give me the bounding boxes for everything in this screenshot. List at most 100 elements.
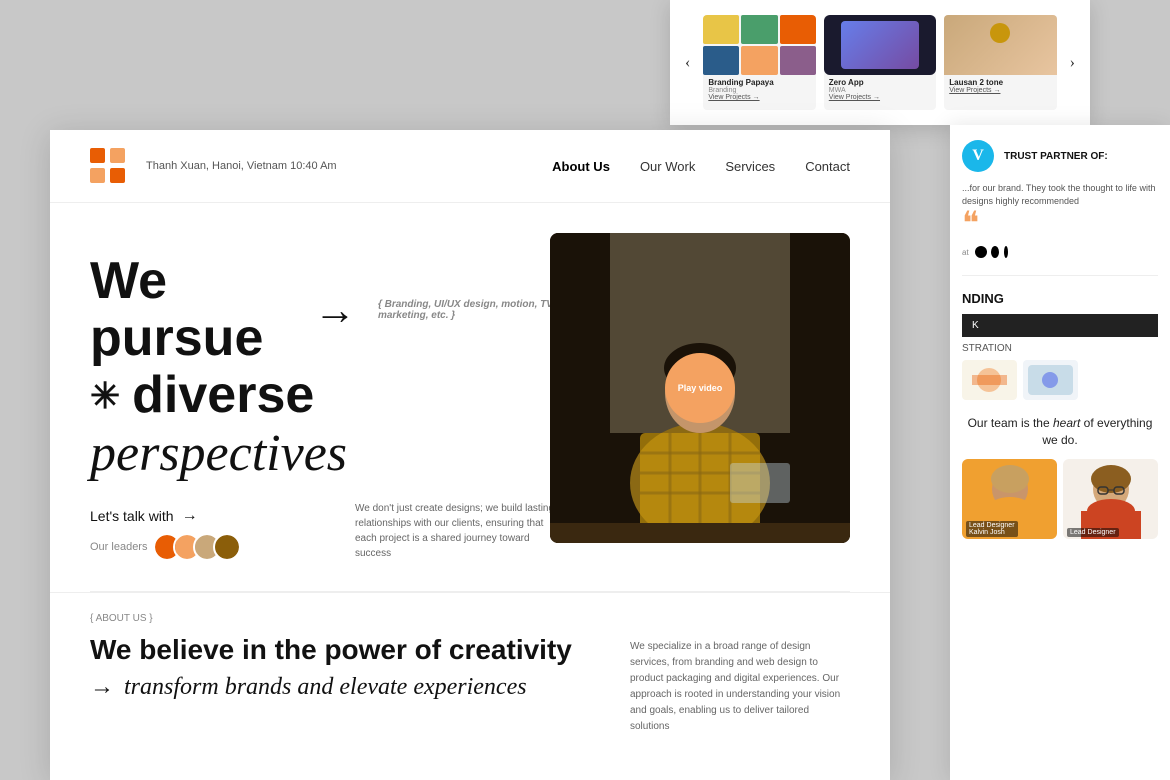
cta-label: Let's talk with (90, 508, 174, 524)
hero-line-3: perspectives (90, 425, 590, 482)
about-section: { ABOUT US } We believe in the power of … (50, 592, 890, 765)
logo-sq-2 (110, 148, 125, 163)
team-headline: Our team is the heart of everything we d… (962, 415, 1158, 449)
branding-bar-text: K (972, 320, 979, 331)
nav-link-contact[interactable]: Contact (805, 159, 850, 174)
portfolio-card-3: Lausan 2 tone View Projects → (944, 15, 1056, 110)
logo[interactable] (90, 148, 126, 184)
about-subtitle-arrow: → (90, 674, 114, 701)
quote-mark-icon: ❝ (962, 207, 1158, 239)
color-patch (703, 15, 739, 44)
team-text-1: Our team is the (968, 416, 1050, 430)
person-image-mock (944, 15, 1056, 75)
about-tag: { ABOUT US } (90, 613, 850, 624)
video-thumbnail: Play video (550, 233, 850, 543)
nav-location: Thanh Xuan, Hanoi, Vietnam 10:40 Am (146, 160, 552, 172)
nav-link-about[interactable]: About Us (552, 159, 610, 174)
about-subtitle-text: transform brands and elevate experiences (124, 674, 527, 701)
play-video-button[interactable]: Play video (665, 353, 735, 423)
hero-arrow-icon: → (314, 287, 356, 333)
about-title: We believe in the power of creativity (90, 634, 572, 666)
hero-line-1: We pursue → { Branding, UI/UX design, mo… (90, 253, 590, 367)
team-heart-text: heart (1053, 416, 1080, 430)
branding-img-row (962, 360, 1158, 400)
branding-thumbnail-1 (962, 360, 1017, 400)
color-patch (741, 15, 777, 44)
medium-logo (973, 244, 1023, 260)
portfolio-card-1: Branding Papaya Branding View Projects → (703, 15, 815, 110)
about-content-row: We believe in the power of creativity → … (90, 634, 850, 735)
team-photo-1: Lead Designer Kalvin Josh (962, 459, 1057, 539)
branding-bar: K (962, 314, 1158, 337)
portfolio-card-3-link[interactable]: View Projects → (944, 87, 1056, 94)
portfolio-card-1-title: Branding Papaya (703, 75, 815, 87)
team-section: Our team is the heart of everything we d… (962, 415, 1158, 539)
about-text-col: We believe in the power of creativity → … (90, 634, 572, 701)
nav-link-work[interactable]: Our Work (640, 159, 695, 174)
portfolio-card-1-link[interactable]: View Projects → (703, 94, 815, 101)
medium-link-row: at (962, 244, 1158, 260)
color-patch (741, 46, 777, 75)
avatar-4 (213, 533, 241, 561)
team-photos: Lead Designer Kalvin Josh (962, 459, 1158, 539)
trust-testimonial: ...for our brand. They took the thought … (962, 182, 1158, 207)
trust-section: V TRUST PARTNER OF: ...for our brand. Th… (962, 140, 1158, 276)
about-subtitle: → transform brands and elevate experienc… (90, 674, 572, 701)
portfolio-card-1-sub: Branding (703, 87, 815, 94)
trust-partner-label: TRUST PARTNER OF: (1004, 151, 1108, 162)
color-patch (780, 15, 816, 44)
logo-sq-4 (110, 168, 125, 183)
portfolio-card-2-sub: MWA (824, 87, 936, 94)
portfolio-cards: Branding Papaya Branding View Projects →… (703, 15, 1056, 110)
nav-link-services[interactable]: Services (725, 159, 775, 174)
hero-line-2: ✳ diverse (90, 367, 590, 424)
hero-section: We pursue → { Branding, UI/UX design, mo… (50, 203, 890, 591)
portfolio-overlay: ‹ Branding Papaya Branding View Projects… (670, 0, 1090, 125)
lead-designer-title-2: Lead Designer (1070, 529, 1116, 536)
branding-img-2 (1023, 360, 1078, 400)
branding-sub: STRATION (962, 343, 1158, 354)
hero-pursue-text: We pursue (90, 253, 302, 367)
avatar-group (153, 533, 241, 561)
portfolio-card-3-img (944, 15, 1056, 75)
avatar-circle-4 (215, 535, 239, 559)
team-photo-2-img (1063, 459, 1158, 539)
portfolio-card-1-img (703, 15, 815, 75)
branding-thumbnail-2 (1023, 360, 1078, 400)
person-head-shape (990, 23, 1010, 43)
team-photo-2: Lead Designer (1063, 459, 1158, 539)
hero-description: We don't just create designs; we build l… (355, 501, 555, 561)
main-page: Thanh Xuan, Hanoi, Vietnam 10:40 Am Abou… (50, 130, 890, 780)
portfolio-prev-arrow[interactable]: ‹ (680, 49, 695, 77)
hero-diverse-text: diverse (132, 367, 314, 424)
portfolio-next-arrow[interactable]: › (1065, 49, 1080, 77)
cta-arrow-icon: → (182, 507, 198, 525)
color-patch (703, 46, 739, 75)
portfolio-card-2-title: Zero App (824, 75, 936, 87)
lead-designer-title-1: Lead Designer (969, 522, 1015, 529)
vimeo-logo: V (962, 140, 994, 172)
star-icon: ✳ (90, 376, 120, 416)
portfolio-card-2: Zero App MWA View Projects → (824, 15, 936, 110)
hero-desc-text: We don't just create designs; we build l… (355, 501, 555, 561)
about-desc-text: We specialize in a broad range of design… (630, 639, 850, 735)
logo-sq-1 (90, 148, 105, 163)
right-panel-inner: V TRUST PARTNER OF: ...for our brand. Th… (950, 125, 1170, 554)
portfolio-card-2-link[interactable]: View Projects → (824, 94, 936, 101)
team-photo-2-label: Lead Designer (1067, 528, 1119, 537)
phone-screen (841, 21, 920, 69)
portfolio-card-2-img (824, 15, 936, 75)
logo-sq-3 (90, 168, 105, 183)
portfolio-card-3-title: Lausan 2 tone (944, 75, 1056, 87)
phone-mockup (824, 15, 936, 75)
color-patch (780, 46, 816, 75)
play-btn-label: Play video (678, 383, 723, 393)
nav-links: About Us Our Work Services Contact (552, 159, 850, 174)
branding-title: NDING (962, 291, 1158, 306)
about-desc-col: We specialize in a broad range of design… (630, 634, 850, 735)
navbar: Thanh Xuan, Hanoi, Vietnam 10:40 Am Abou… (50, 130, 890, 203)
leaders-label: Our leaders (90, 541, 147, 553)
right-panel: V TRUST PARTNER OF: ...for our brand. Th… (950, 125, 1170, 780)
team-photo-1-label: Lead Designer Kalvin Josh (966, 521, 1018, 537)
medium-text: at (962, 248, 969, 257)
